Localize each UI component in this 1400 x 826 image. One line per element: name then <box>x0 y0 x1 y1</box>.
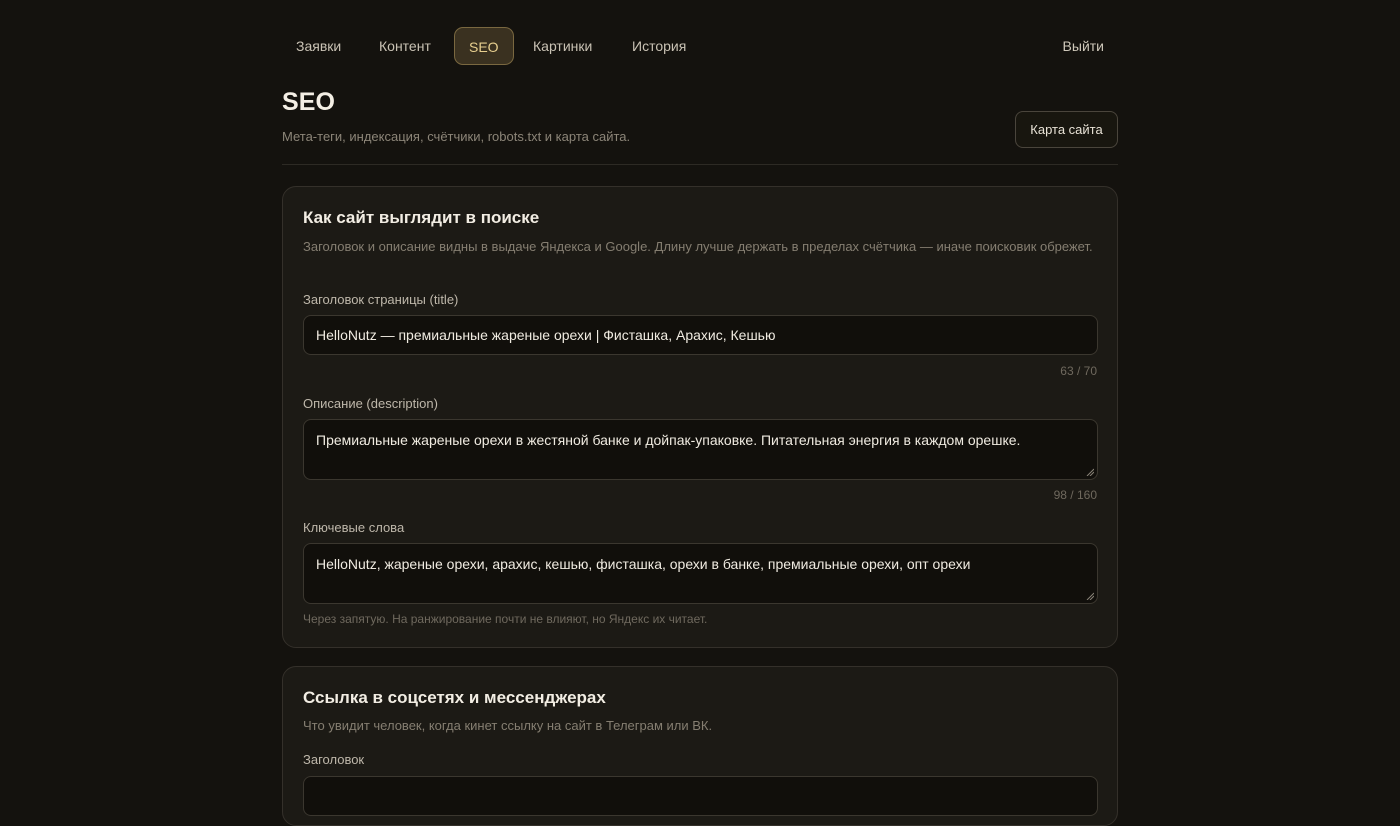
card-title: Как сайт выглядит в поиске <box>303 208 540 227</box>
title-input[interactable]: HelloNutz — премиальные жареные орехи | … <box>303 315 1098 355</box>
card-title: Ссылка в соцсетях и мессенджерах <box>303 688 606 707</box>
card-description: Что увидит человек, когда кинет ссылку н… <box>303 718 713 733</box>
og-title-field-label: Заголовок <box>303 752 365 767</box>
description-char-counter: 98 / 160 <box>1053 488 1097 502</box>
keywords-textarea-value: HelloNutz, жареные орехи, арахис, кешью,… <box>316 556 971 572</box>
page-subtitle: Мета-теги, индексация, счётчики, robots.… <box>282 129 631 144</box>
page-title: SEO <box>282 88 336 116</box>
nav-item-content[interactable]: Контент <box>379 27 431 65</box>
description-textarea-value: Премиальные жареные орехи в жестяной бан… <box>316 432 1021 448</box>
title-field-label: Заголовок страницы (title) <box>303 292 459 307</box>
logout-link[interactable]: Выйти <box>1063 27 1104 65</box>
nav-item-requests[interactable]: Заявки <box>296 27 341 65</box>
header-divider <box>282 164 1118 165</box>
nav-item-history[interactable]: История <box>632 27 686 65</box>
title-char-counter: 63 / 70 <box>1060 364 1097 378</box>
resize-grip-icon[interactable] <box>1086 468 1094 476</box>
description-field-label: Описание (description) <box>303 396 438 411</box>
keywords-hint: Через запятую. На ранжирование почти не … <box>303 612 708 626</box>
top-navigation: Заявки Контент SEO Картинки История Выйт… <box>282 27 1118 66</box>
keywords-field-label: Ключевые слова <box>303 520 405 535</box>
search-preview-card: Как сайт выглядит в поиске Заголовок и о… <box>282 186 1118 648</box>
keywords-textarea[interactable]: HelloNutz, жареные орехи, арахис, кешью,… <box>303 543 1098 604</box>
sitemap-button[interactable]: Карта сайта <box>1015 111 1118 148</box>
nav-item-images[interactable]: Картинки <box>533 27 592 65</box>
description-textarea[interactable]: Премиальные жареные орехи в жестяной бан… <box>303 419 1098 480</box>
nav-item-seo[interactable]: SEO <box>454 27 514 65</box>
resize-grip-icon[interactable] <box>1086 592 1094 600</box>
social-preview-card: Ссылка в соцсетях и мессенджерах Что уви… <box>282 666 1118 826</box>
card-description: Заголовок и описание видны в выдаче Янде… <box>303 239 1093 254</box>
og-title-input[interactable] <box>303 776 1098 816</box>
